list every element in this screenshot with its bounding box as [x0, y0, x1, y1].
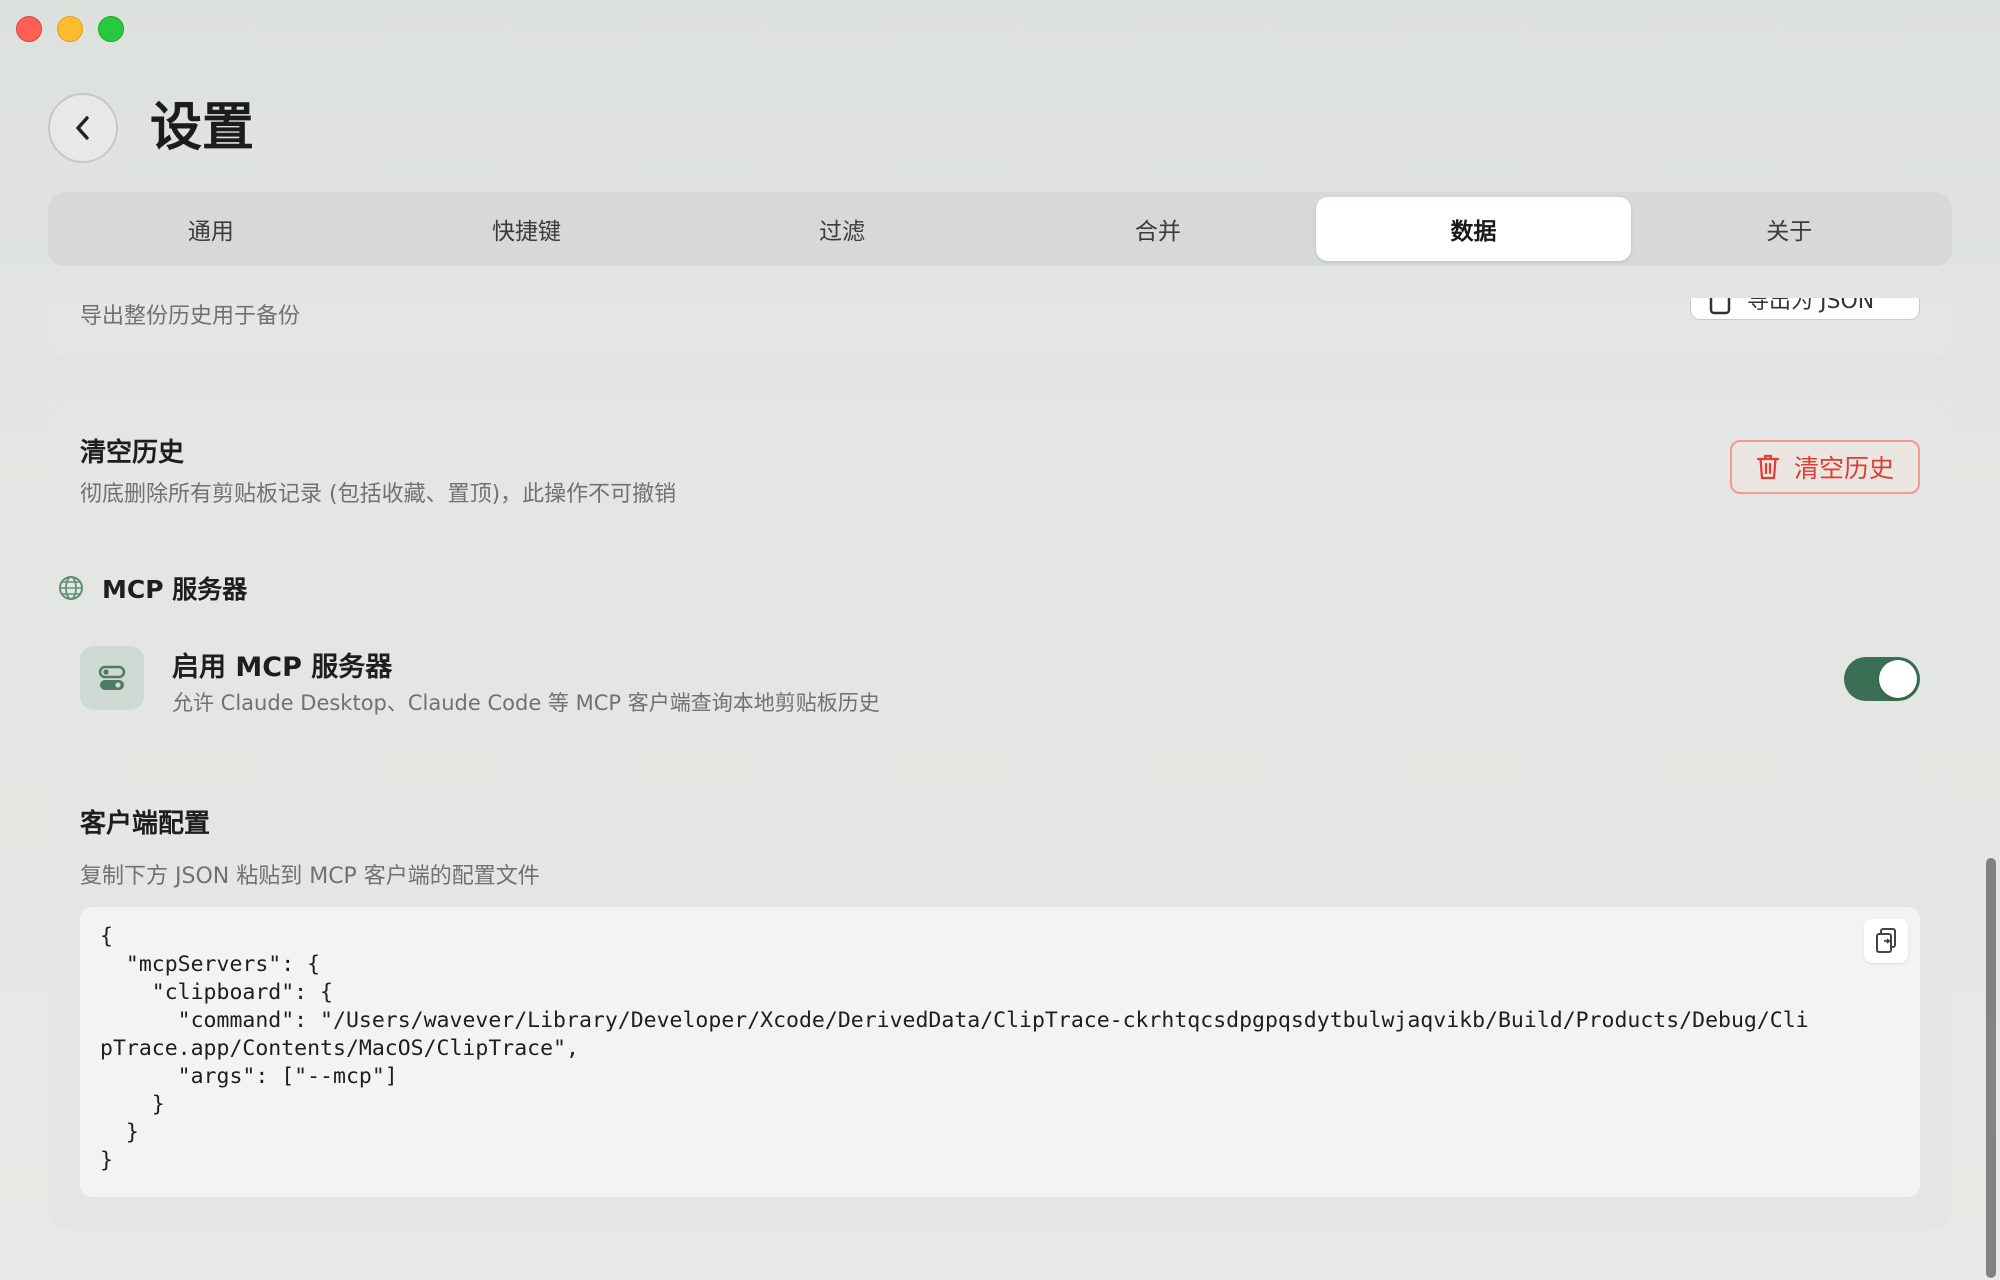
window-controls: [16, 16, 124, 42]
tab-data[interactable]: 数据: [1315, 197, 1632, 261]
tab-merge[interactable]: 合并: [1000, 197, 1316, 261]
clear-history-description: 彻底删除所有剪贴板记录 (包括收藏、置顶)，此操作不可撤销: [80, 482, 677, 507]
copy-icon: [1876, 928, 1896, 953]
server-toggle-icon: [80, 646, 144, 710]
mcp-section-title: MCP 服务器: [102, 575, 248, 604]
toggle-knob: [1879, 660, 1917, 698]
mcp-enable-description: 允许 Claude Desktop、Claude Code 等 MCP 客户端查…: [172, 691, 880, 715]
mcp-enable-card: 启用 MCP 服务器 允许 Claude Desktop、Claude Code…: [48, 623, 1952, 733]
globe-icon: [59, 576, 83, 600]
clear-history-card: 清空历史 彻底删除所有剪贴板记录 (包括收藏、置顶)，此操作不可撤销 清空历史: [48, 400, 1952, 532]
trash-icon: [1756, 454, 1780, 480]
config-json-text[interactable]: { "mcpServers": { "clipboard": { "comman…: [100, 923, 1820, 1175]
mcp-section-header: MCP 服务器: [58, 570, 247, 606]
config-code-block[interactable]: { "mcpServers": { "clipboard": { "comman…: [80, 907, 1920, 1197]
tab-filter[interactable]: 过滤: [684, 197, 1000, 261]
tab-bar: 通用 快捷键 过滤 合并 数据 关于: [48, 192, 1952, 266]
export-card: 导出整份历史用于备份 导出为 JSON: [48, 298, 1952, 358]
export-icon: [1709, 298, 1731, 315]
settings-window: 设置 通用 快捷键 过滤 合并 数据 关于 导出整份历史用于备份 导出为 JSO…: [0, 0, 2000, 1280]
page-title: 设置: [150, 98, 255, 158]
clear-history-button-label: 清空历史: [1793, 454, 1894, 483]
maximize-window-button[interactable]: [98, 16, 124, 42]
close-window-button[interactable]: [16, 16, 42, 42]
export-json-button[interactable]: 导出为 JSON: [1690, 298, 1920, 320]
mcp-enable-title: 启用 MCP 服务器: [172, 652, 393, 683]
export-description: 导出整份历史用于备份: [80, 304, 301, 329]
back-button[interactable]: [48, 93, 118, 163]
tab-general[interactable]: 通用: [53, 197, 369, 261]
minimize-window-button[interactable]: [57, 16, 83, 42]
mcp-enable-toggle[interactable]: [1844, 657, 1920, 701]
copy-config-button[interactable]: [1864, 919, 1908, 963]
tab-about[interactable]: 关于: [1631, 197, 1947, 261]
tab-shortcuts[interactable]: 快捷键: [369, 197, 685, 261]
client-config-title: 客户端配置: [80, 809, 211, 839]
vertical-scrollbar[interactable]: [1986, 858, 1996, 1278]
chevron-left-icon: [76, 116, 89, 140]
clear-history-button[interactable]: 清空历史: [1730, 440, 1920, 494]
client-config-card: 客户端配置 复制下方 JSON 粘贴到 MCP 客户端的配置文件 { "mcpS…: [48, 773, 1952, 1231]
settings-scroll-area[interactable]: 导出整份历史用于备份 导出为 JSON 清空历史 彻底删除所有剪贴板记录 (包括…: [0, 298, 1968, 1280]
client-config-description: 复制下方 JSON 粘贴到 MCP 客户端的配置文件: [80, 864, 540, 889]
clear-history-title: 清空历史: [80, 438, 185, 468]
export-json-label: 导出为 JSON: [1747, 298, 1875, 314]
